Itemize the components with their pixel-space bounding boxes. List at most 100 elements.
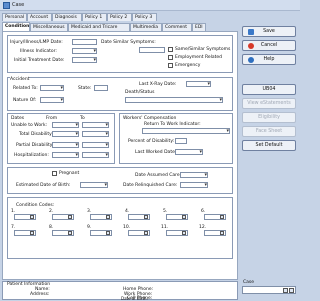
employment-related-checkbox[interactable] bbox=[168, 55, 173, 60]
condition-code-field[interactable] bbox=[166, 214, 188, 220]
tab-personal[interactable]: Personal bbox=[2, 13, 27, 21]
tab-policy-3[interactable]: Policy 3 bbox=[132, 13, 157, 21]
set-default-button[interactable]: Set Default bbox=[242, 140, 296, 151]
view-estatements-button[interactable]: View eStatements bbox=[242, 98, 296, 109]
tab-policy-2[interactable]: Policy 2 bbox=[107, 13, 132, 21]
percent-disability-input[interactable] bbox=[175, 138, 187, 144]
cancel-icon bbox=[248, 43, 254, 49]
eligibility-button[interactable]: Eligibility bbox=[242, 112, 296, 123]
last-xray-select[interactable] bbox=[186, 81, 211, 87]
hospitalization-to-select[interactable] bbox=[82, 152, 109, 158]
percent-disability-label: Percent of Disability: bbox=[128, 139, 175, 144]
same-similar-label: Same/Similar Symptoms bbox=[175, 47, 231, 52]
lookup-icon[interactable] bbox=[68, 231, 72, 235]
lookup-icon[interactable] bbox=[220, 231, 224, 235]
lookup-icon[interactable] bbox=[106, 215, 110, 219]
emergency-checkbox[interactable] bbox=[168, 63, 173, 68]
condition-code-field[interactable] bbox=[90, 230, 112, 236]
lookup-icon[interactable] bbox=[144, 231, 148, 235]
condition-code-field[interactable] bbox=[14, 230, 36, 236]
ub04-button[interactable]: UB04 bbox=[242, 84, 296, 95]
related-to-label: Related To: bbox=[13, 86, 38, 91]
tab-condition[interactable]: Condition bbox=[2, 22, 30, 31]
partial-disability-to-select[interactable] bbox=[82, 142, 109, 148]
initial-treatment-label: Initial Treatment Date: bbox=[14, 58, 65, 63]
lookup-icon[interactable] bbox=[30, 231, 34, 235]
condition-codes-label: Condition Codes: bbox=[16, 203, 55, 208]
save-button[interactable]: Save bbox=[242, 26, 296, 37]
tab-medicaid-tricare[interactable]: Medicaid and Tricare bbox=[68, 23, 130, 31]
state-input[interactable] bbox=[94, 85, 108, 91]
patient-address-label: Address: bbox=[30, 292, 50, 297]
condition-code-field[interactable] bbox=[52, 230, 74, 236]
unable-work-from-select[interactable] bbox=[52, 122, 79, 128]
face-sheet-button[interactable]: Face Sheet bbox=[242, 126, 296, 137]
condition-codes-group: Condition Codes: 1. 2. 3. 4. 5. 6. 7. 8.… bbox=[7, 197, 233, 259]
return-to-work-select[interactable] bbox=[142, 128, 230, 134]
tab-diagnosis[interactable]: Diagnosis bbox=[52, 13, 82, 21]
lookup-icon[interactable] bbox=[106, 231, 110, 235]
lookup-icon[interactable] bbox=[182, 215, 186, 219]
lookup-icon[interactable] bbox=[220, 215, 224, 219]
case-dropdown-icon[interactable] bbox=[283, 288, 288, 293]
injury-date-input[interactable] bbox=[72, 39, 97, 45]
estimated-birth-select[interactable] bbox=[80, 182, 108, 188]
illness-indicator-select[interactable] bbox=[72, 48, 97, 54]
case-selector[interactable] bbox=[242, 286, 296, 294]
tab-multimedia[interactable]: Multimedia bbox=[130, 23, 162, 31]
lookup-icon[interactable] bbox=[68, 215, 72, 219]
condition-code-field[interactable] bbox=[90, 214, 112, 220]
cancel-button[interactable]: Cancel bbox=[242, 40, 296, 51]
lookup-icon[interactable] bbox=[30, 215, 34, 219]
tab-miscellaneous[interactable]: Miscellaneous bbox=[30, 23, 68, 31]
total-disability-from-select[interactable] bbox=[52, 131, 79, 137]
condition-panel: Injury/Illness/LMP Date: Illness Indicat… bbox=[2, 31, 238, 280]
tab-strip: Personal Account Diagnosis Policy 1 Poli… bbox=[2, 13, 238, 33]
initial-treatment-select[interactable] bbox=[72, 57, 97, 63]
case-window-icon bbox=[3, 2, 10, 9]
condition-code-field[interactable] bbox=[14, 214, 36, 220]
total-disability-to-select[interactable] bbox=[82, 131, 109, 137]
assumed-care-select[interactable] bbox=[180, 172, 208, 178]
partial-disability-label: Partial Disability: bbox=[16, 143, 54, 148]
condition-code-field[interactable] bbox=[204, 230, 226, 236]
estimated-birth-label: Estimated Date of Birth: bbox=[16, 183, 71, 188]
tab-comment[interactable]: Comment bbox=[162, 23, 192, 31]
related-to-select[interactable] bbox=[40, 85, 64, 91]
accident-group: Accident Related To: State: Nature Of: L… bbox=[7, 77, 233, 111]
return-to-work-label: Return To Work Indicator: bbox=[144, 122, 201, 127]
similar-symptoms-date-input[interactable] bbox=[139, 47, 165, 53]
condition-code-field[interactable] bbox=[128, 230, 150, 236]
last-xray-label: Last X-Ray Date: bbox=[139, 82, 177, 87]
title-bar: Case bbox=[0, 0, 300, 11]
relinquished-care-select[interactable] bbox=[180, 182, 208, 188]
similar-symptoms-label: Date Similar Symptoms: bbox=[101, 40, 156, 45]
pregnant-label: Pregnant bbox=[59, 171, 80, 176]
dob-label: Date of Birth: bbox=[121, 296, 148, 301]
to-column-label: To bbox=[80, 116, 85, 121]
lookup-icon[interactable] bbox=[144, 215, 148, 219]
death-status-label: Death/Status bbox=[125, 90, 155, 95]
tab-policy-1[interactable]: Policy 1 bbox=[82, 13, 107, 21]
unable-work-to-select[interactable] bbox=[82, 122, 109, 128]
total-disability-label: Total Disability: bbox=[19, 132, 53, 137]
lookup-icon[interactable] bbox=[182, 231, 186, 235]
patient-information: Patient Information Name: Address: Home … bbox=[2, 281, 238, 301]
help-button[interactable]: Help bbox=[242, 54, 296, 65]
condition-code-field[interactable] bbox=[128, 214, 150, 220]
pregnant-checkbox[interactable] bbox=[52, 171, 57, 176]
case-lookup-icon[interactable] bbox=[289, 288, 294, 293]
condition-code-field[interactable] bbox=[52, 214, 74, 220]
partial-disability-from-select[interactable] bbox=[52, 142, 79, 148]
condition-code-field[interactable] bbox=[166, 230, 188, 236]
nature-of-select[interactable] bbox=[40, 97, 64, 103]
death-status-select[interactable] bbox=[125, 97, 223, 103]
injury-date-label: Injury/Illness/LMP Date: bbox=[10, 40, 63, 45]
tab-edi[interactable]: EDI bbox=[192, 23, 206, 31]
hospitalization-from-select[interactable] bbox=[52, 152, 79, 158]
tab-account[interactable]: Account bbox=[27, 13, 52, 21]
last-worked-select[interactable] bbox=[175, 149, 203, 155]
same-similar-checkbox[interactable] bbox=[168, 47, 173, 52]
pregnancy-group: Pregnant Estimated Date of Birth: Date A… bbox=[7, 167, 233, 194]
condition-code-field[interactable] bbox=[204, 214, 226, 220]
